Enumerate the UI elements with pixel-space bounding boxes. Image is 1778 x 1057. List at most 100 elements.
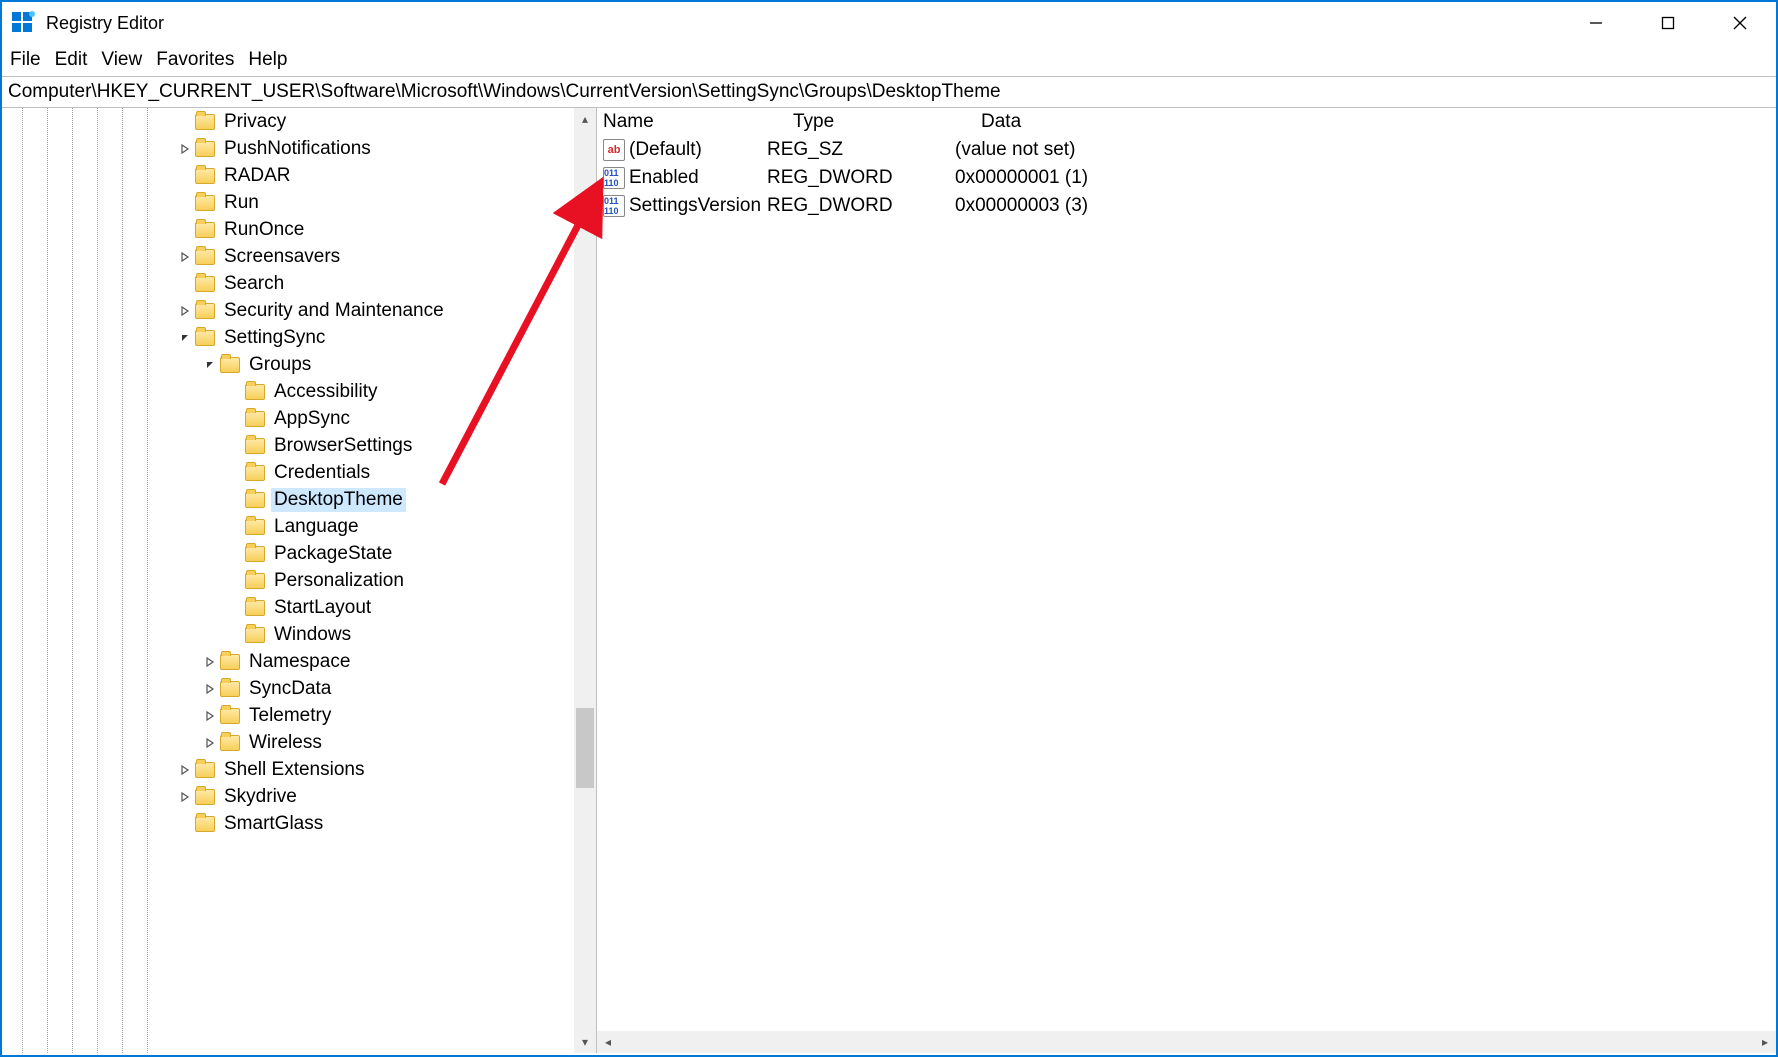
folder-icon [195, 789, 215, 805]
folder-icon [220, 735, 240, 751]
tree-item-appsync[interactable]: AppSync [2, 405, 574, 432]
address-bar[interactable]: Computer\HKEY_CURRENT_USER\Software\Micr… [2, 76, 1776, 108]
menu-bar: File Edit View Favorites Help [2, 44, 1776, 76]
value-row[interactable]: 011 110EnabledREG_DWORD0x00000001 (1) [597, 164, 1776, 192]
scroll-thumb[interactable] [576, 708, 594, 788]
folder-icon [195, 816, 215, 832]
tree-item-pushnotifications[interactable]: PushNotifications [2, 135, 574, 162]
tree-item-personalization[interactable]: Personalization [2, 567, 574, 594]
tree-item-screensavers[interactable]: Screensavers [2, 243, 574, 270]
folder-icon [195, 303, 215, 319]
tree-item-language[interactable]: Language [2, 513, 574, 540]
folder-icon [245, 411, 265, 427]
tree-item-label: Namespace [246, 650, 353, 674]
minimize-button[interactable] [1560, 2, 1632, 44]
column-data[interactable]: Data [981, 111, 1776, 133]
close-button[interactable] [1704, 2, 1776, 44]
tree-item-label: BrowserSettings [271, 434, 415, 458]
menu-file[interactable]: File [10, 49, 41, 71]
tree-item-label: Skydrive [221, 785, 300, 809]
folder-icon [245, 546, 265, 562]
value-name: SettingsVersion [629, 195, 761, 217]
tree-item-smartglass[interactable]: SmartGlass [2, 810, 574, 837]
tree-item-syncdata[interactable]: SyncData [2, 675, 574, 702]
column-type[interactable]: Type [793, 111, 981, 133]
value-data: (value not set) [955, 139, 1776, 161]
tree-item-accessibility[interactable]: Accessibility [2, 378, 574, 405]
expander-icon[interactable] [202, 360, 218, 370]
expander-icon[interactable] [202, 684, 218, 694]
tree-item-windows[interactable]: Windows [2, 621, 574, 648]
menu-view[interactable]: View [101, 49, 142, 71]
folder-icon [245, 465, 265, 481]
tree-item-radar[interactable]: RADAR [2, 162, 574, 189]
folder-icon [220, 708, 240, 724]
expander-icon[interactable] [177, 252, 193, 262]
app-icon [10, 10, 36, 36]
tree-item-label: Screensavers [221, 245, 343, 269]
menu-edit[interactable]: Edit [55, 49, 88, 71]
tree-item-label: Search [221, 272, 287, 296]
menu-help[interactable]: Help [248, 49, 287, 71]
tree-item-label: PushNotifications [221, 137, 374, 161]
tree-item-label: DesktopTheme [271, 488, 406, 512]
scroll-left-icon[interactable]: ◂ [597, 1031, 619, 1053]
menu-favorites[interactable]: Favorites [156, 49, 234, 71]
tree-item-label: Privacy [221, 110, 289, 134]
expander-icon[interactable] [177, 792, 193, 802]
folder-icon [195, 762, 215, 778]
expander-icon[interactable] [177, 144, 193, 154]
value-data: 0x00000003 (3) [955, 195, 1776, 217]
expander-icon[interactable] [177, 306, 193, 316]
folder-icon [245, 384, 265, 400]
expander-icon[interactable] [202, 711, 218, 721]
tree-item-credentials[interactable]: Credentials [2, 459, 574, 486]
tree-item-label: SyncData [246, 677, 334, 701]
scroll-up-icon[interactable]: ▴ [574, 108, 596, 130]
tree-item-label: RADAR [221, 164, 294, 188]
expander-icon[interactable] [202, 738, 218, 748]
tree-item-telemetry[interactable]: Telemetry [2, 702, 574, 729]
tree-vertical-scrollbar[interactable]: ▴ ▾ [574, 108, 596, 1053]
columns-header: Name Type Data [597, 108, 1776, 136]
folder-icon [220, 654, 240, 670]
expander-icon[interactable] [177, 333, 193, 343]
tree-item-namespace[interactable]: Namespace [2, 648, 574, 675]
tree-item-runonce[interactable]: RunOnce [2, 216, 574, 243]
tree-item-label: Security and Maintenance [221, 299, 447, 323]
column-name[interactable]: Name [603, 111, 793, 133]
tree-item-groups[interactable]: Groups [2, 351, 574, 378]
tree-item-browsersettings[interactable]: BrowserSettings [2, 432, 574, 459]
expander-icon[interactable] [177, 765, 193, 775]
tree-item-security-and-maintenance[interactable]: Security and Maintenance [2, 297, 574, 324]
expander-icon[interactable] [202, 657, 218, 667]
folder-icon [245, 573, 265, 589]
value-row[interactable]: ab(Default)REG_SZ(value not set) [597, 136, 1776, 164]
tree-item-desktoptheme[interactable]: DesktopTheme [2, 486, 574, 513]
tree-item-label: PackageState [271, 542, 395, 566]
tree-item-wireless[interactable]: Wireless [2, 729, 574, 756]
tree-item-run[interactable]: Run [2, 189, 574, 216]
value-row[interactable]: 011 110SettingsVersionREG_DWORD0x0000000… [597, 192, 1776, 220]
reg-dword-icon: 011 110 [603, 167, 625, 189]
tree-item-settingsync[interactable]: SettingSync [2, 324, 574, 351]
tree-item-packagestate[interactable]: PackageState [2, 540, 574, 567]
tree-item-privacy[interactable]: Privacy [2, 108, 574, 135]
scroll-right-icon[interactable]: ▸ [1754, 1031, 1776, 1053]
folder-icon [245, 600, 265, 616]
value-type: REG_DWORD [767, 167, 955, 189]
tree-item-skydrive[interactable]: Skydrive [2, 783, 574, 810]
scroll-down-icon[interactable]: ▾ [574, 1031, 596, 1053]
tree-item-startlayout[interactable]: StartLayout [2, 594, 574, 621]
folder-icon [195, 195, 215, 211]
tree-item-label: RunOnce [221, 218, 307, 242]
tree-item-search[interactable]: Search [2, 270, 574, 297]
tree-item-label: StartLayout [271, 596, 374, 620]
tree-item-label: Credentials [271, 461, 373, 485]
tree-item-label: Accessibility [271, 380, 380, 404]
tree-item-shell-extensions[interactable]: Shell Extensions [2, 756, 574, 783]
tree-pane: Privacy PushNotifications RADARRunRunOnce S… [2, 108, 597, 1053]
maximize-button[interactable] [1632, 2, 1704, 44]
values-pane: Name Type Data ab(Default)REG_SZ(value n… [597, 108, 1776, 1053]
values-horizontal-scrollbar[interactable]: ◂ ▸ [597, 1031, 1776, 1053]
